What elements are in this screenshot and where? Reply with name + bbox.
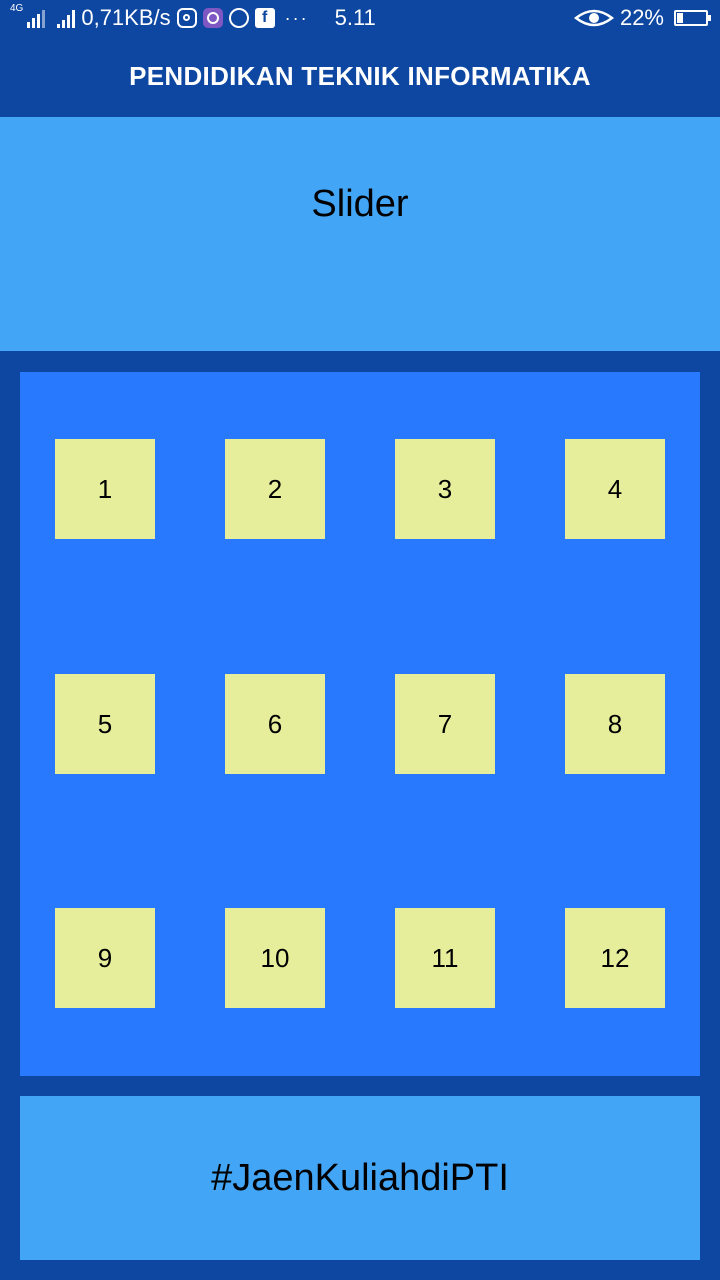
menu-tile-8[interactable]: 8 [565, 674, 665, 774]
menu-tile-4[interactable]: 4 [565, 439, 665, 539]
menu-tile-11[interactable]: 11 [395, 908, 495, 1008]
slider-banner[interactable]: Slider [0, 117, 720, 351]
menu-tile-1[interactable]: 1 [55, 439, 155, 539]
menu-tile-9[interactable]: 9 [55, 908, 155, 1008]
battery-percent: 22% [619, 5, 664, 30]
menu-tile-12[interactable]: 12 [565, 908, 665, 1008]
signal-icon [27, 8, 46, 28]
status-bar: 4G 0,71KB/s f ··· 5.11 22% [0, 0, 720, 36]
slider-label: Slider [311, 183, 409, 225]
battery-icon [674, 10, 711, 26]
menu-tile-7[interactable]: 7 [395, 674, 495, 774]
battery-level [677, 13, 683, 23]
menu-grid: 1 2 3 4 5 6 7 8 9 10 11 12 [20, 372, 700, 1076]
status-left: 4G 0,71KB/s f ··· 5.11 [10, 4, 376, 32]
network-speed: 0,71KB/s [81, 5, 171, 30]
footer-banner: #JaenKuliahdiPTI [20, 1096, 700, 1260]
app-bar: PENDIDIKAN TEKNIK INFORMATIKA [0, 36, 720, 117]
footer-hashtag: #JaenKuliahdiPTI [211, 1156, 509, 1199]
menu-tile-6[interactable]: 6 [225, 674, 325, 774]
status-right: 22% [573, 4, 711, 32]
browser-app-icon [202, 8, 223, 28]
menu-tile-2[interactable]: 2 [225, 439, 325, 539]
menu-tile-10[interactable]: 10 [225, 908, 325, 1008]
instagram-icon [176, 8, 197, 28]
eye-comfort-icon [573, 8, 614, 28]
page-title: PENDIDIKAN TEKNIK INFORMATIKA [129, 61, 591, 91]
menu-tile-5[interactable]: 5 [55, 674, 155, 774]
menu-tile-3[interactable]: 3 [395, 439, 495, 539]
clock: 5.11 [334, 5, 376, 30]
facebook-icon: f [254, 8, 275, 28]
whatsapp-icon [228, 8, 249, 28]
network-type: 4G [10, 3, 24, 14]
signal-icon [57, 8, 76, 28]
more-notifications-icon: ··· [284, 7, 309, 28]
